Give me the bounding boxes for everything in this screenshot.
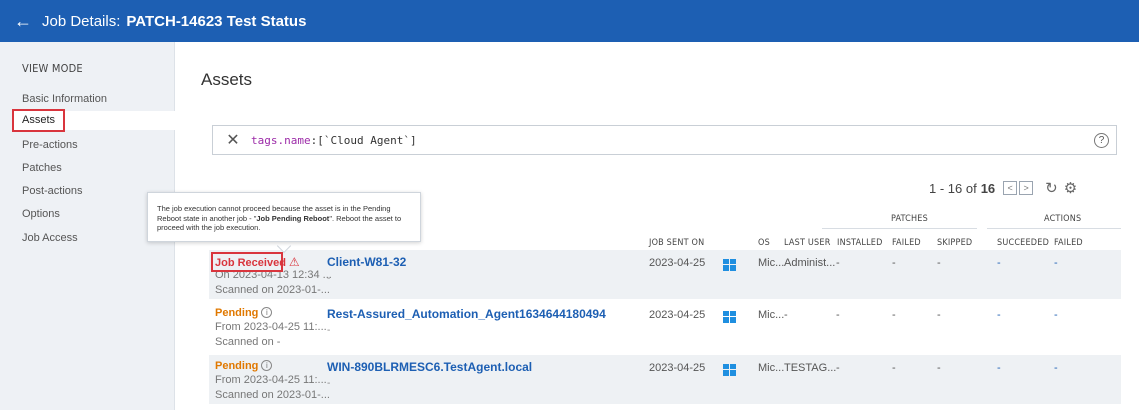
- last-user-cell: -: [784, 309, 788, 321]
- installed-cell: -: [836, 309, 840, 321]
- status-timestamp: From 2023-04-25 11:...: [215, 374, 327, 386]
- os-cell: Mic...: [758, 309, 785, 321]
- job-sent-on-cell: 2023-04-25: [649, 362, 706, 374]
- table-row[interactable]: Pending i From 2023-04-25 11:... Scanned …: [209, 355, 1121, 404]
- search-query[interactable]: tags.name:[`Cloud Agent`]: [251, 134, 417, 147]
- status-tooltip: The job execution cannot proceed because…: [147, 192, 421, 242]
- sidebar-item-basic-information[interactable]: Basic Information: [22, 93, 107, 105]
- sidebar-item-patches[interactable]: Patches: [22, 162, 62, 174]
- scan-timestamp: Scanned on -: [215, 336, 281, 348]
- last-user-cell: TESTAG...: [784, 362, 837, 374]
- column-group-actions: ACTIONS: [1044, 214, 1082, 224]
- job-sent-on-cell: 2023-04-25: [649, 257, 706, 269]
- patches-group-divider: [822, 228, 977, 229]
- search-query-key: tags.name: [251, 133, 311, 147]
- column-header-succeeded[interactable]: SUCCEEDED: [997, 238, 1049, 248]
- windows-icon: [723, 259, 736, 271]
- skipped-cell: -: [937, 257, 941, 269]
- failed-cell: -: [892, 257, 896, 269]
- table-row[interactable]: Job Received ⚠ On 2023-04-13 12:34 ... Sc…: [209, 250, 1121, 299]
- sidebar-item-post-actions[interactable]: Post-actions: [22, 185, 83, 197]
- actions-failed-cell[interactable]: -: [1054, 309, 1058, 321]
- status-text: Pending: [215, 307, 259, 319]
- installed-cell: -: [836, 257, 840, 269]
- table-row[interactable]: Pending i From 2023-04-25 11:... Scanned …: [209, 302, 1121, 351]
- top-bar: ← Job Details: PATCH-14623 Test Status: [0, 0, 1139, 42]
- actions-failed-cell[interactable]: -: [1054, 257, 1058, 269]
- scan-timestamp: Scanned on 2023-01-...: [215, 284, 330, 296]
- skipped-cell: -: [937, 309, 941, 321]
- actions-group-divider: [987, 228, 1121, 229]
- arrow-left-icon[interactable]: ←: [14, 12, 32, 30]
- status-label[interactable]: Pending i: [215, 360, 273, 372]
- search-bar[interactable]: ✕ tags.name:[`Cloud Agent`] ?: [212, 125, 1117, 155]
- column-header-failed[interactable]: FAILED: [892, 238, 921, 248]
- sidebar-heading: VIEW MODE: [22, 62, 83, 75]
- last-user-cell: Administ...: [784, 257, 836, 269]
- column-header-skipped[interactable]: SKIPPED: [937, 238, 972, 248]
- asset-name-link[interactable]: Rest-Assured_Automation_Agent16346441804…: [327, 307, 606, 321]
- column-header-job-sent-on[interactable]: JOB SENT ON: [649, 238, 704, 248]
- pagination-total: 16: [980, 180, 996, 196]
- page-header-prefix: Job Details:: [42, 12, 121, 30]
- actions-failed-cell[interactable]: -: [1054, 362, 1058, 374]
- asset-subtext: -: [327, 325, 331, 336]
- asset-name-link[interactable]: WIN-890BLRMESC6.TestAgent.local: [327, 360, 532, 374]
- status-highlight-box: [211, 252, 283, 272]
- scan-timestamp: Scanned on 2023-01-...: [215, 389, 330, 401]
- sidebar-item-pre-actions[interactable]: Pre-actions: [22, 139, 78, 151]
- info-icon[interactable]: i: [261, 307, 273, 318]
- status-timestamp: From 2023-04-25 11:...: [215, 321, 327, 333]
- windows-icon: [723, 311, 736, 323]
- sidebar-item-assets[interactable]: Assets: [12, 109, 65, 132]
- chevron-left-icon[interactable]: <: [1003, 181, 1018, 195]
- page-title: Assets: [201, 70, 253, 89]
- tooltip-text-bold: Job Pending Reboot: [256, 213, 330, 223]
- skipped-cell: -: [937, 362, 941, 374]
- job-sent-on-cell: 2023-04-25: [649, 309, 706, 321]
- succeeded-cell[interactable]: -: [997, 362, 1001, 374]
- column-header-os[interactable]: OS: [758, 238, 770, 248]
- close-icon[interactable]: ✕: [219, 130, 247, 150]
- help-icon[interactable]: ?: [1094, 133, 1109, 148]
- column-group-patches: PATCHES: [891, 214, 928, 224]
- refresh-icon[interactable]: ↻: [1045, 179, 1058, 197]
- sidebar-item-job-access[interactable]: Job Access: [22, 232, 78, 244]
- warning-icon[interactable]: ⚠: [289, 255, 300, 269]
- column-header-installed[interactable]: INSTALLED: [837, 238, 883, 248]
- column-header-actions-failed[interactable]: FAILED: [1054, 238, 1083, 248]
- column-header-last-user[interactable]: LAST USER: [784, 238, 831, 248]
- page-header-title: PATCH-14623 Test Status: [126, 12, 307, 30]
- asset-name-link[interactable]: Client-W81-32: [327, 255, 406, 269]
- gear-icon[interactable]: ⚙: [1064, 179, 1077, 197]
- chevron-right-icon[interactable]: >: [1019, 181, 1034, 195]
- asset-subtext: -: [327, 378, 331, 389]
- installed-cell: -: [836, 362, 840, 374]
- search-query-value: :[`Cloud Agent`]: [310, 133, 417, 147]
- pagination-range: 1 - 16 of: [929, 180, 977, 196]
- os-cell: Mic...: [758, 257, 785, 269]
- sidebar-active-highlight: [65, 111, 175, 130]
- succeeded-cell[interactable]: -: [997, 257, 1001, 269]
- status-text: Pending: [215, 360, 259, 372]
- status-label[interactable]: Pending i: [215, 307, 273, 319]
- asset-subtext: -: [327, 273, 331, 284]
- sidebar-item-options[interactable]: Options: [22, 208, 60, 220]
- succeeded-cell[interactable]: -: [997, 309, 1001, 321]
- pagination: 1 - 16 of 16 < > ↻ ⚙: [929, 179, 1077, 197]
- failed-cell: -: [892, 362, 896, 374]
- info-icon[interactable]: i: [261, 360, 273, 371]
- failed-cell: -: [892, 309, 896, 321]
- windows-icon: [723, 364, 736, 376]
- os-cell: Mic...: [758, 362, 785, 374]
